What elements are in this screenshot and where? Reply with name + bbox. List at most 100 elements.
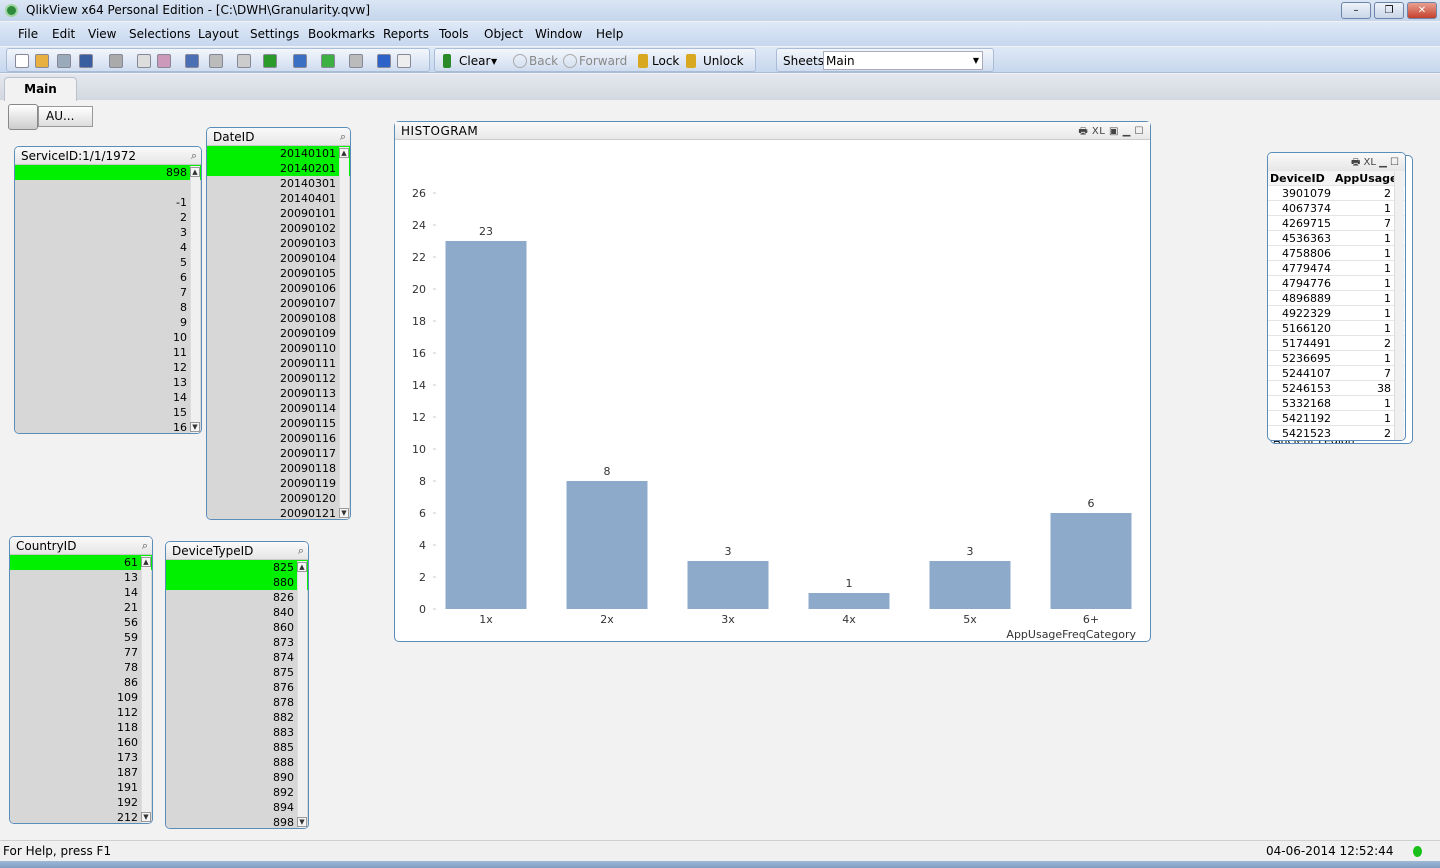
menu-object[interactable]: Object [484,27,523,41]
listbox-item[interactable]: 20090104 [207,251,350,266]
column-header-deviceid[interactable]: DeviceID [1270,171,1325,186]
listbox-scrollbar[interactable] [190,166,200,433]
listbox-item[interactable]: 56 [10,615,152,630]
listbox-title-bar[interactable]: DateID ⌕ [207,128,350,146]
chart-caption-icons[interactable]: 🖶 XL ▣ ▁ ☐ [1078,124,1144,141]
redo-icon[interactable] [209,54,223,68]
listbox-countryid[interactable]: CountryID ⌕ 61 13 14 21 56 59 77 78 86 109 112 118 160… [9,536,153,824]
table-row[interactable]: 5246153 38 [1268,381,1405,396]
listbox-item[interactable] [15,180,201,195]
scroll-down-icon[interactable]: ▼ [190,422,200,432]
listbox-item[interactable]: 20090119 [207,476,350,491]
bar-2x[interactable] [566,481,648,609]
listbox-item[interactable]: 20090112 [207,371,350,386]
listbox-item[interactable]: 3 [15,225,201,240]
listbox-item[interactable]: 4 [15,240,201,255]
listbox-item[interactable]: 20090110 [207,341,350,356]
listbox-item[interactable]: 5 [15,255,201,270]
listbox-item[interactable]: 187 [10,765,152,780]
listbox-title-bar[interactable]: CountryID ⌕ [10,537,152,555]
listbox-item[interactable]: 109 [10,690,152,705]
listbox-item[interactable]: 20090111 [207,356,350,371]
bar-5x[interactable] [929,561,1011,609]
listbox-item[interactable]: 7 [15,285,201,300]
listbox-item[interactable]: 6 [15,270,201,285]
listbox-item[interactable]: 21 [10,600,152,615]
menu-reports[interactable]: Reports [383,27,429,41]
sheets-dropdown[interactable]: Main ▼ [823,51,983,70]
listbox-item[interactable]: 898 [15,165,201,180]
bookmark-icon[interactable] [321,54,335,68]
tab-main[interactable]: Main [4,77,77,101]
close-button[interactable]: ✕ [1407,2,1437,19]
table-row[interactable]: 5236695 1 [1268,351,1405,366]
listbox-item[interactable]: 20090117 [207,446,350,461]
listbox-item[interactable]: 888 [166,755,308,770]
menu-help[interactable]: Help [596,27,623,41]
listbox-item[interactable]: 20090106 [207,281,350,296]
scroll-up-icon[interactable]: ▲ [297,562,307,572]
listbox-title-bar[interactable]: ServiceID:1/1/1972 ⌕ [15,147,201,165]
listbox-item[interactable]: 191 [10,780,152,795]
listbox-item[interactable]: 20090105 [207,266,350,281]
search-icon[interactable]: ⌕ [340,130,346,144]
menu-file[interactable]: File [18,27,38,41]
listbox-item[interactable]: 2 [15,210,201,225]
listbox-item[interactable]: 15 [15,405,201,420]
table-row[interactable]: 5421523 2 [1268,426,1405,440]
search-icon[interactable] [237,54,251,68]
deviceid-table[interactable]: 🖶 XL ▁ ☐ DeviceID AppUsage 3901079 2 40673… [1267,152,1406,441]
listbox-item[interactable]: 892 [166,785,308,800]
listbox-item[interactable]: 860 [166,620,308,635]
listbox-item[interactable]: 20090114 [207,401,350,416]
listbox-item[interactable]: 86 [10,675,152,690]
listbox-item[interactable]: 20090102 [207,221,350,236]
listbox-item[interactable]: 885 [166,740,308,755]
table-row[interactable]: 5174491 2 [1268,336,1405,351]
reload-data-icon[interactable] [157,54,171,68]
listbox-item[interactable]: 890 [166,770,308,785]
table-row[interactable]: 4536363 1 [1268,231,1405,246]
listbox-item[interactable]: 192 [10,795,152,810]
listbox-item[interactable]: 20090116 [207,431,350,446]
menu-selections[interactable]: Selections [129,27,191,41]
table-scrollbar[interactable] [1394,172,1404,440]
listbox-item[interactable]: 20140301 [207,176,350,191]
listbox-item[interactable]: 13 [15,375,201,390]
listbox-item[interactable]: 825 [166,560,308,575]
listbox-item[interactable]: 20090103 [207,236,350,251]
listbox-item[interactable]: 78 [10,660,152,675]
listbox-serviceid[interactable]: ServiceID:1/1/1972 ⌕ 898 -1 2 3 4 5 6 7 8 9 10 11 12 13… [14,146,202,434]
listbox-item[interactable]: 8 [15,300,201,315]
listbox-item[interactable]: 59 [10,630,152,645]
print-icon[interactable] [109,54,123,68]
context-help-icon[interactable] [397,54,411,68]
listbox-item[interactable]: 13 [10,570,152,585]
forward-button[interactable]: Forward [579,54,627,68]
scroll-down-icon[interactable]: ▼ [297,817,307,827]
listbox-item[interactable]: 20090118 [207,461,350,476]
listbox-item[interactable]: 20140101 [207,146,350,161]
restore-button[interactable]: ❐ [1374,2,1404,19]
listbox-item[interactable]: 20090107 [207,296,350,311]
listbox-item[interactable]: 160 [10,735,152,750]
menu-tools[interactable]: Tools [439,27,469,41]
undo-icon[interactable] [185,54,199,68]
listbox-item[interactable]: 10 [15,330,201,345]
listbox-dateid[interactable]: DateID ⌕ 20140101 20140201 20140301 20140401 2… [206,127,351,520]
listbox-item[interactable]: 898 [166,815,308,828]
edit-icon[interactable] [349,54,363,68]
listbox-item[interactable]: 112 [10,705,152,720]
listbox-item[interactable]: 878 [166,695,308,710]
menu-bookmarks[interactable]: Bookmarks [308,27,375,41]
help-icon[interactable] [377,54,391,68]
listbox-item[interactable]: 20090108 [207,311,350,326]
listbox-item[interactable]: 826 [166,590,308,605]
listbox-scrollbar[interactable] [339,147,349,519]
listbox-item[interactable]: 894 [166,800,308,815]
menu-settings[interactable]: Settings [250,27,299,41]
edit-script-icon[interactable] [137,54,151,68]
bar-1x[interactable] [445,241,527,609]
listbox-title-bar[interactable]: DeviceTypeID ⌕ [166,542,308,560]
listbox-item[interactable]: 14 [10,585,152,600]
